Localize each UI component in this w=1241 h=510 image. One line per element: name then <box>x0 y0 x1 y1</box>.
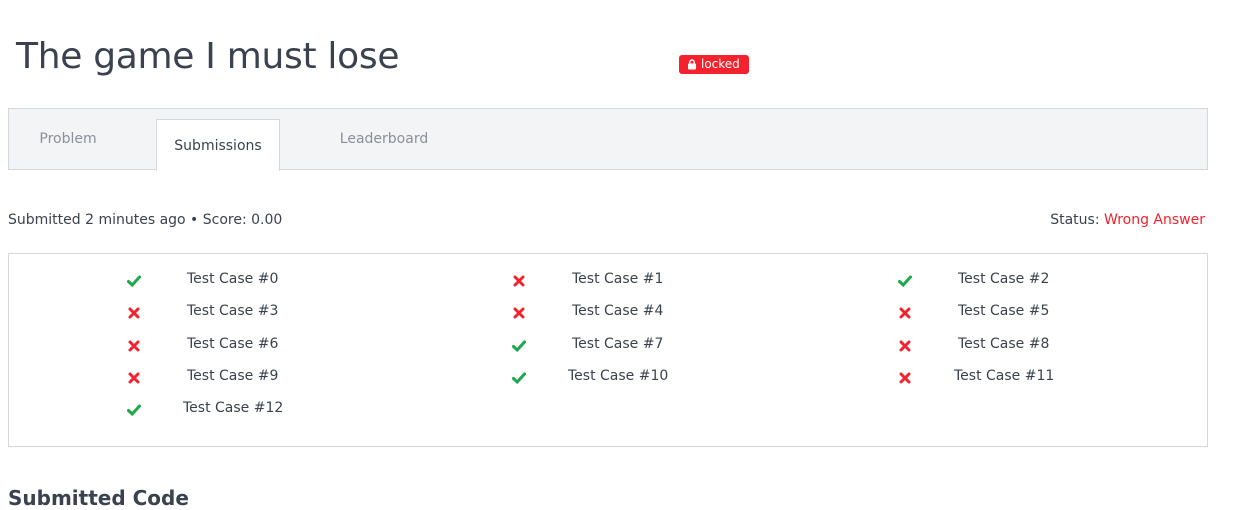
check-icon <box>127 275 141 288</box>
test-case-label: Test Case #3 <box>187 303 279 319</box>
page-title: The game I must lose <box>16 36 400 77</box>
check-icon <box>512 372 526 385</box>
test-case-item: Test Case #5 <box>898 302 1138 324</box>
test-case-results: Test Case #0 Test Case #1 Test Case #2 Test… <box>8 253 1208 447</box>
test-case-item: Test Case #7 <box>512 335 752 357</box>
test-case-label: Test Case #12 <box>183 400 284 416</box>
tab-leaderboard[interactable]: Leaderboard <box>309 109 459 169</box>
test-case-item: Test Case #9 <box>127 367 367 389</box>
test-case-label: Test Case #6 <box>187 336 279 352</box>
check-icon <box>512 340 526 353</box>
test-case-label: Test Case #0 <box>187 271 279 287</box>
cross-icon <box>128 372 140 384</box>
status-label: Status: <box>1050 212 1100 228</box>
test-case-item: Test Case #2 <box>898 270 1138 292</box>
cross-icon <box>899 307 911 319</box>
test-case-item: Test Case #11 <box>898 367 1138 389</box>
test-case-item: Test Case #6 <box>127 335 367 357</box>
lock-icon <box>688 59 696 70</box>
test-case-label: Test Case #7 <box>572 336 664 352</box>
check-icon <box>127 404 141 417</box>
cross-icon <box>899 340 911 352</box>
status-value: Wrong Answer <box>1103 212 1205 228</box>
test-case-item: Test Case #3 <box>127 302 367 324</box>
test-case-item: Test Case #12 <box>127 399 367 421</box>
tab-bar: Problem Submissions Leaderboard <box>8 108 1208 171</box>
test-case-label: Test Case #11 <box>954 368 1055 384</box>
test-case-label: Test Case #1 <box>572 271 664 287</box>
test-case-label: Test Case #2 <box>958 271 1050 287</box>
cross-icon <box>128 340 140 352</box>
test-case-label: Test Case #4 <box>572 303 664 319</box>
test-case-label: Test Case #8 <box>958 336 1050 352</box>
check-icon <box>898 275 912 288</box>
cross-icon <box>513 307 525 319</box>
cross-icon <box>513 275 525 287</box>
cross-icon <box>899 372 911 384</box>
locked-badge-label: locked <box>701 57 740 71</box>
tab-problem[interactable]: Problem <box>9 109 127 169</box>
test-case-item: Test Case #10 <box>512 367 752 389</box>
test-case-item: Test Case #4 <box>512 302 752 324</box>
test-case-item: Test Case #0 <box>127 270 367 292</box>
cross-icon <box>128 307 140 319</box>
submission-meta: Submitted 2 minutes ago • Score: 0.00 <box>8 212 283 228</box>
test-case-label: Test Case #9 <box>187 368 279 384</box>
submitted-code-heading: Submitted Code <box>8 486 189 510</box>
locked-badge: locked <box>679 55 749 74</box>
test-case-item: Test Case #1 <box>512 270 752 292</box>
test-case-label: Test Case #5 <box>958 303 1050 319</box>
test-case-label: Test Case #10 <box>568 368 669 384</box>
tab-submissions[interactable]: Submissions <box>156 119 280 171</box>
submission-status: Status: Wrong Answer <box>1050 212 1205 228</box>
test-case-item: Test Case #8 <box>898 335 1138 357</box>
